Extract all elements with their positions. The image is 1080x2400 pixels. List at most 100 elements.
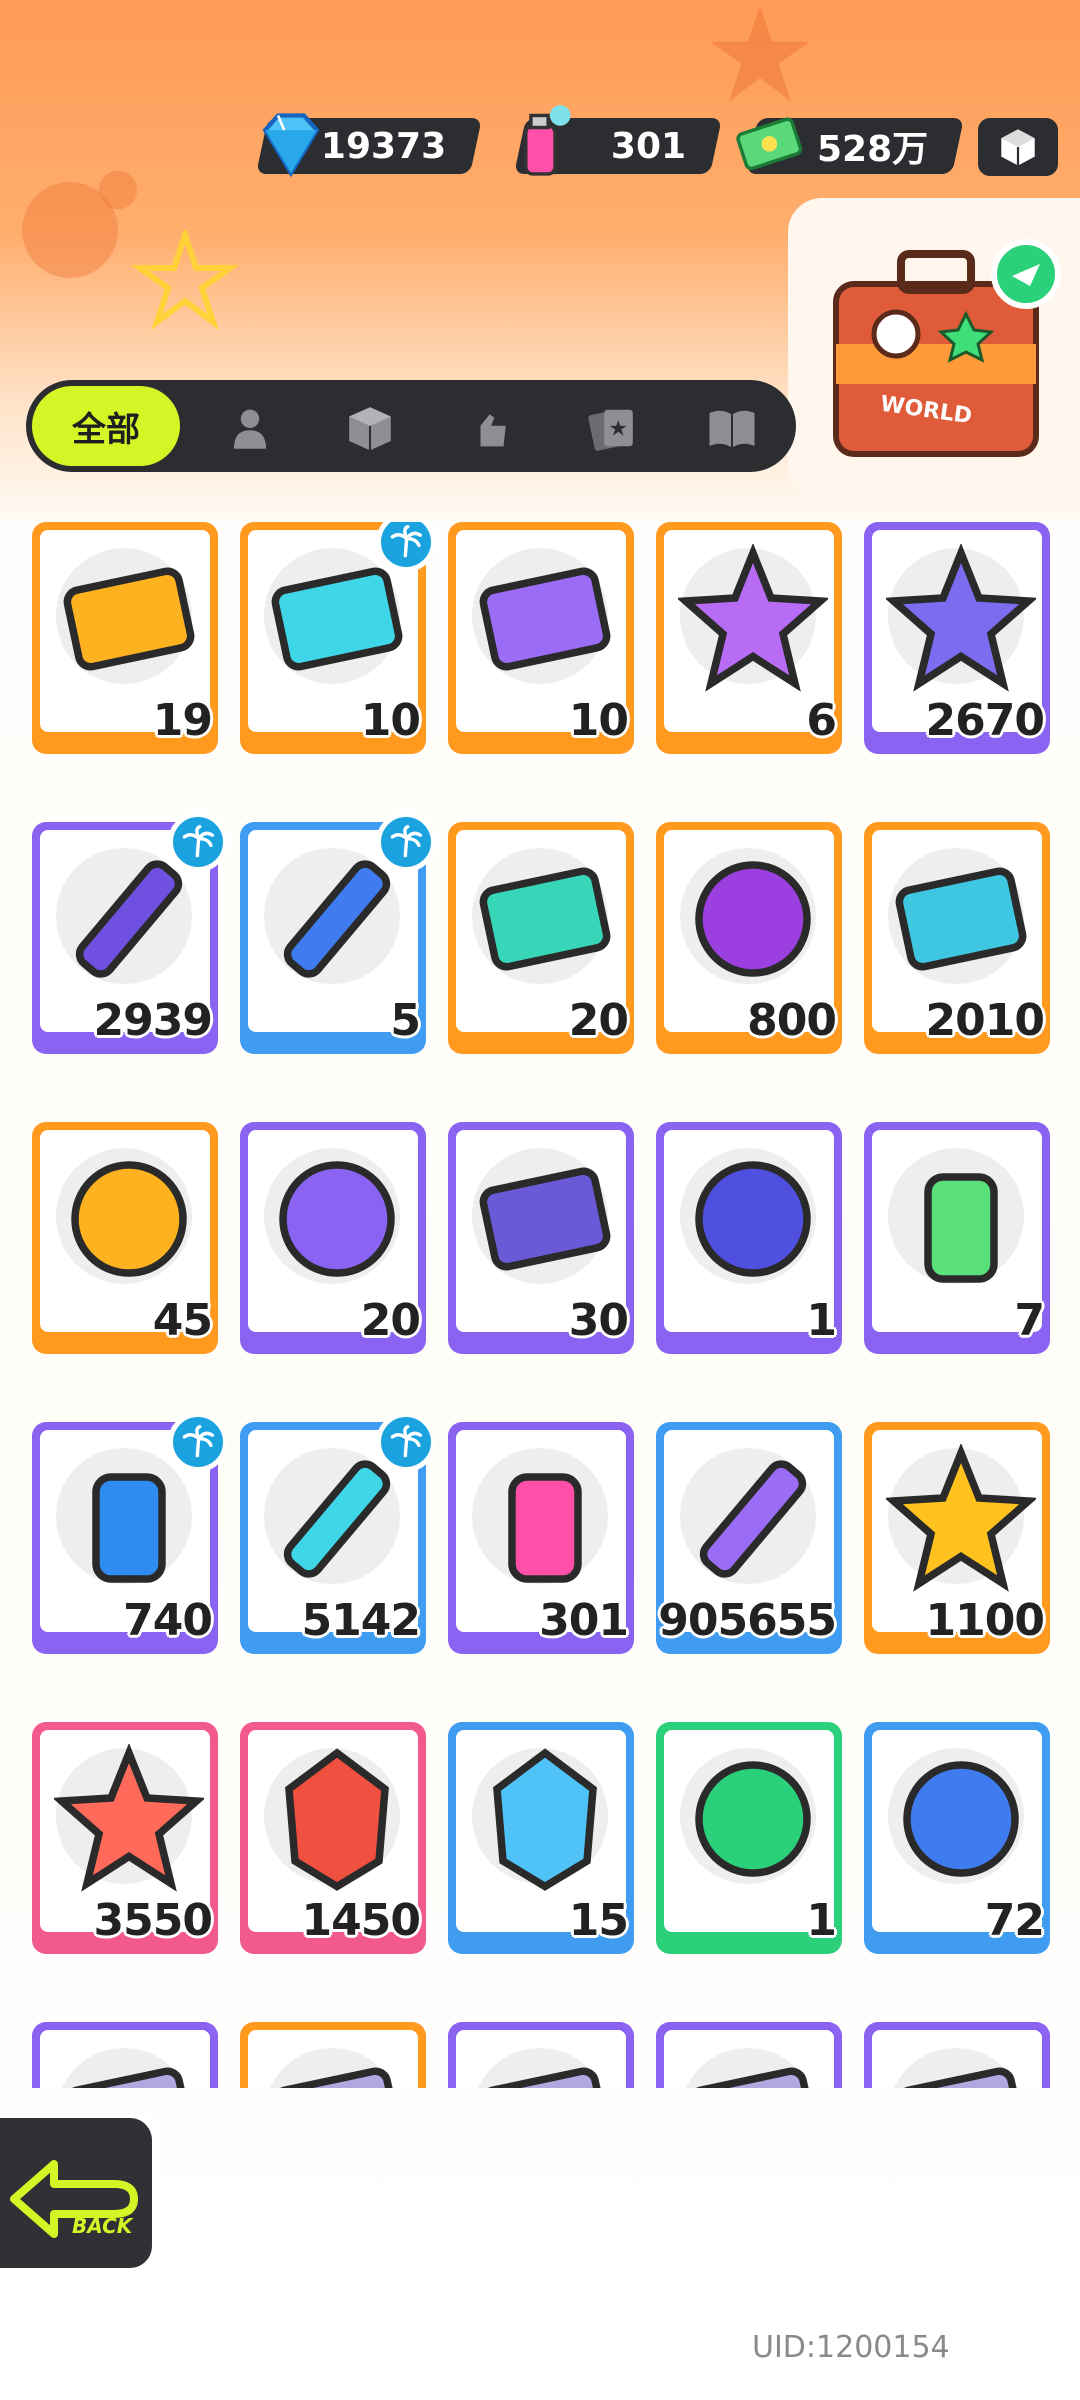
inventory-item-card[interactable]: 20 — [448, 822, 634, 1054]
inventory-item-card[interactable]: 740 — [32, 1412, 228, 1654]
inventory-item-card[interactable]: 3550 — [32, 1722, 218, 1954]
inventory-item-card[interactable]: 1 — [656, 1122, 842, 1354]
inventory-item-card[interactable]: 800 — [656, 822, 842, 1054]
gold-crystal-icon — [886, 1444, 1036, 1592]
book-icon — [709, 410, 755, 447]
gift-box-button[interactable] — [978, 118, 1058, 176]
inventory-item-card[interactable]: 45 — [32, 1122, 218, 1354]
item-count: 740 — [123, 1595, 213, 1646]
palm-tree-badge — [168, 812, 228, 872]
cards-icon — [588, 409, 633, 451]
inventory-item-card[interactable]: 7 — [864, 1122, 1050, 1354]
item-count: 72 — [984, 1895, 1045, 1946]
green-cup-icon — [924, 1173, 998, 1283]
partial-card-icon — [271, 2067, 403, 2088]
category-tabs: 全部 — [26, 380, 796, 472]
tab-box[interactable] — [340, 398, 400, 458]
partial-card-icon — [895, 2067, 1027, 2088]
inventory-item-card[interactable]: 2670 — [864, 522, 1050, 754]
inventory-item-card[interactable]: 2010 — [864, 822, 1050, 1054]
pink-spray-can-icon — [508, 1473, 582, 1583]
item-count: 10 — [568, 695, 629, 746]
inventory-item-card[interactable] — [656, 2022, 842, 2088]
inventory-item-card[interactable] — [864, 2022, 1050, 2088]
partial-card-icon — [687, 2067, 819, 2088]
inventory-item-card[interactable]: 1450 — [240, 1722, 426, 1954]
purple-star-icon — [886, 544, 1036, 692]
item-count: 20 — [360, 1295, 421, 1346]
gold-ticket-icon — [63, 567, 195, 671]
back-label: BACK — [72, 2214, 133, 2238]
inventory-item-card[interactable]: 301 — [448, 1422, 634, 1654]
tab-character[interactable] — [220, 398, 280, 458]
purple-mystery-badge-icon — [279, 1161, 395, 1277]
inventory-item-card[interactable]: 1 — [656, 1722, 842, 1954]
palm-tree-badge — [168, 1412, 228, 1472]
tab-all[interactable]: 全部 — [32, 386, 180, 466]
cash-count: 528万 — [816, 129, 928, 170]
tab-cards[interactable] — [582, 398, 642, 458]
item-count: 19 — [152, 695, 213, 746]
red-gem-icon — [285, 1748, 389, 1891]
gold-mystery-badge-icon — [71, 1161, 187, 1277]
palm-tree-badge — [376, 812, 436, 872]
inventory-item-card[interactable] — [32, 2022, 218, 2088]
item-count: 301 — [539, 1595, 629, 1646]
inventory-item-card[interactable] — [448, 2022, 634, 2088]
red-crystal-icon — [54, 1744, 204, 1892]
inventory-item-card[interactable]: 10 — [448, 522, 634, 754]
tab-hand[interactable] — [462, 398, 522, 458]
inventory-item-card[interactable]: 2939 — [32, 812, 228, 1054]
tab-book[interactable] — [702, 398, 762, 458]
cool-badge-icon — [695, 861, 811, 977]
palm-tree-icon — [182, 1425, 214, 1458]
item-count: 1 — [806, 1895, 837, 1946]
person-icon — [233, 409, 267, 449]
inventory-item-card[interactable]: 5142 — [240, 1412, 436, 1654]
green-film-roll-icon — [695, 1761, 811, 1877]
purple-ticket-icon — [479, 567, 611, 671]
item-count: 3550 — [93, 1895, 213, 1946]
partial-card-icon — [479, 2067, 611, 2088]
inventory-item-card[interactable]: 905655 — [656, 1422, 842, 1654]
inventory-item-card[interactable]: 15 — [448, 1722, 634, 1954]
spray-can-count: 301 — [610, 125, 686, 167]
inventory-item-card[interactable]: 10 — [240, 522, 436, 754]
item-count: 7 — [1014, 1295, 1045, 1346]
palm-tree-icon — [390, 1425, 422, 1458]
rainbow-paint-tube-icon — [699, 1460, 807, 1578]
blue-film-roll-icon — [903, 1761, 1019, 1877]
item-count: 800 — [747, 995, 837, 1046]
item-count: 2010 — [925, 995, 1045, 1046]
suitcase-panel[interactable]: WORLD — [788, 198, 1080, 498]
inventory-item-card[interactable]: 30 — [448, 1122, 634, 1354]
diamond-icon — [262, 113, 320, 178]
uid-label: UID:1200154 — [752, 2330, 950, 2365]
item-count: 1450 — [301, 1895, 421, 1946]
inventory-grid: 19 10 10 6 2670 2939 5 20 800 2010 45 20 30 1 7 740 5142… — [32, 522, 1052, 2088]
inventory-item-card[interactable]: 72 — [864, 1722, 1050, 1954]
palm-tree-icon — [390, 525, 422, 558]
item-count: 905655 — [658, 1595, 837, 1646]
inventory-item-card[interactable]: 1100 — [864, 1422, 1050, 1654]
inventory-item-card[interactable] — [240, 2022, 426, 2088]
deco-star-icon — [710, 5, 810, 102]
item-count: 5142 — [301, 1595, 421, 1646]
item-count: 1 — [806, 1295, 837, 1346]
diamond-count: 19373 — [320, 125, 446, 167]
box-icon — [349, 407, 391, 451]
back-button[interactable]: BACK — [0, 2112, 158, 2274]
item-count: 2670 — [925, 695, 1045, 746]
deco-splash-icon — [22, 170, 138, 278]
inventory-item-card[interactable]: 5 — [240, 812, 436, 1054]
item-count: 15 — [568, 1895, 629, 1946]
piranha-coin-icon — [695, 1161, 811, 1277]
palm-tree-icon — [390, 825, 422, 858]
inventory-item-card[interactable]: 20 — [240, 1122, 426, 1354]
item-count: 1100 — [925, 1595, 1045, 1646]
partial-card-icon — [63, 2067, 195, 2088]
rainbow-star-icon — [678, 544, 828, 692]
inventory-item-card[interactable]: 6 — [656, 522, 842, 754]
suitcase-icon — [833, 239, 1061, 457]
inventory-item-card[interactable]: 19 — [32, 522, 218, 754]
